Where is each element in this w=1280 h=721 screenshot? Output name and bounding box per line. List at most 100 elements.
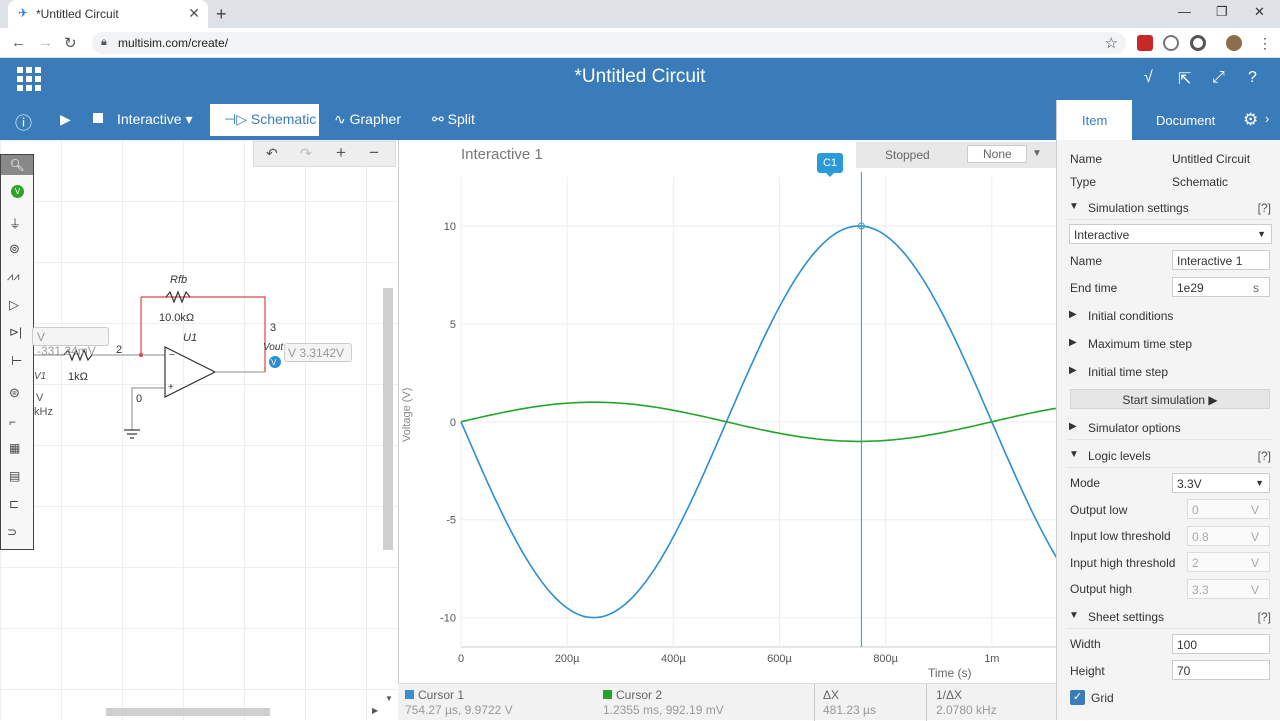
resistor-icon[interactable]: ⩘⩘ [7,271,19,284]
reload-icon[interactable]: ↻ [64,34,77,52]
extension-icon[interactable] [1163,35,1179,51]
scroll-right-icon[interactable]: ▶ [372,706,378,715]
tab-grapher-label: Grapher [349,111,401,127]
max-time-step-header[interactable]: ▶ Maximum time step [1067,332,1273,356]
height-input[interactable]: 70 [1172,660,1270,680]
input-high-value: 2 [1192,556,1199,570]
bookmark-star-icon[interactable]: ☆ [1105,34,1118,52]
extension-icon[interactable] [1190,35,1206,51]
grid-checkbox[interactable]: ✓ [1070,690,1085,705]
vertical-scrollbar[interactable] [383,288,393,550]
logic-levels-header[interactable]: ▼ Logic levels [?] [1067,444,1273,468]
search-icon[interactable]: 🔍︎ [1,155,33,175]
simulation-type-value: Interactive [1074,228,1130,242]
tab-schematic[interactable]: ⊣▷ Schematic [210,104,319,136]
svg-text:V: V [271,358,277,367]
zoom-out-icon[interactable]: − [369,143,379,163]
x-axis-label: Time (s) [928,666,972,680]
ac-source-icon[interactable]: ⊚ [9,241,20,257]
input-low-input[interactable]: 0.8 V [1187,526,1270,546]
help-icon[interactable]: ? [1248,69,1257,87]
output-low-input[interactable]: 0 V [1187,499,1270,519]
scroll-down-icon[interactable]: ▼ [385,694,393,703]
sheet-settings-header[interactable]: ▼ Sheet settings [?] [1067,605,1273,629]
browser-menu-icon[interactable]: ⋮ [1258,35,1272,52]
gear-icon[interactable]: ⚙ [1243,110,1258,130]
forward-icon[interactable]: → [38,34,53,51]
input-low-unit: V [1250,530,1259,544]
input-high-label: Input high threshold [1070,556,1176,570]
cursor-c1[interactable] [857,172,865,647]
start-simulation-button[interactable]: Start simulation ▶ [1070,389,1270,409]
logic-gate-icon[interactable]: ⊃ [7,525,17,539]
play-icon[interactable]: ▶ [60,111,71,128]
probe-output-readout: V 3.3142V [284,343,352,362]
close-tab-icon[interactable]: ✕ [188,5,200,22]
stop-icon[interactable] [93,113,103,123]
chevron-right-icon[interactable]: › [1265,111,1269,126]
u1-label: U1 [183,332,198,344]
chevron-down-icon: ▼ [1255,478,1264,488]
transistor-icon[interactable]: ⊢ [11,353,22,369]
initial-time-step-header[interactable]: ▶ Initial time step [1067,360,1273,384]
mode-label: Mode [1070,476,1101,490]
new-tab-icon[interactable]: + [216,4,227,25]
zoom-in-icon[interactable]: + [336,143,346,163]
voltage-plot[interactable]: 0200µ400µ600µ800µ1m1.2m1050-5-10 Time (s… [398,152,1056,682]
simulate-icon[interactable]: √ [1144,69,1153,87]
switch-icon[interactable]: ⌐ [9,415,16,429]
pdf-extension-icon[interactable] [1137,35,1153,51]
mode-select[interactable]: 3.3V ▼ [1172,473,1270,493]
minimize-icon[interactable]: — [1178,4,1191,19]
tab-grapher[interactable]: ∿ Grapher [334,111,401,128]
tab-document[interactable]: Document [1156,113,1215,128]
end-time-label: End time [1070,281,1118,295]
input-high-input[interactable]: 2 V [1187,552,1270,572]
width-input[interactable]: 100 [1172,634,1270,654]
chip-icon[interactable]: ▤ [9,469,20,483]
voltage-probe-icon[interactable]: V [11,185,24,198]
sim-name-input[interactable]: Interactive 1 [1172,250,1270,270]
help-icon[interactable]: [?] [1258,201,1271,215]
redo-icon[interactable]: ↷ [300,145,312,162]
help-icon[interactable]: [?] [1258,449,1271,463]
svg-text:−: − [169,350,175,361]
y-tick-label: 5 [450,319,456,331]
help-icon[interactable]: [?] [1258,610,1271,624]
schematic-tools: ↶ ↷ + − [253,141,396,167]
profile-avatar[interactable] [1226,35,1242,51]
horizontal-scrollbar[interactable] [106,708,270,716]
tab-split[interactable]: ⚯ Split [432,111,475,128]
browser-tab[interactable]: ✈ *Untitled Circuit ✕ [8,0,208,28]
cursor-legend: Cursor 1 754.27 µs, 9.9722 V Cursor 2 1.… [398,683,1056,721]
fullscreen-icon[interactable]: ⤢ [1212,69,1225,87]
opamp-icon[interactable]: ▷ [9,297,19,313]
ground-icon[interactable]: ⏚ [9,215,21,232]
url-field[interactable]: 🔒︎ multisim.com/create/ ☆ [92,32,1126,54]
back-icon[interactable]: ← [11,34,26,51]
undo-icon[interactable]: ↶ [266,145,278,162]
multisim-favicon: ✈ [18,6,29,20]
play-icon: ▶ [1208,393,1218,407]
end-time-input[interactable]: 1e29 s [1172,277,1270,297]
ic-icon[interactable]: ▦ [9,441,20,455]
address-bar: ← → ↻ 🔒︎ multisim.com/create/ ☆ [0,28,1280,58]
sheet-settings-label: Sheet settings [1088,610,1165,624]
simulation-type-select[interactable]: Interactive ▼ [1069,224,1272,244]
diode-icon[interactable]: ⊳| [9,325,22,339]
simulator-options-header[interactable]: ▶ Simulator options [1067,416,1273,440]
connector-icon[interactable]: ⊏ [9,497,19,511]
cursor-c1-tag[interactable]: C1 [817,153,843,173]
output-high-input[interactable]: 3.3 V [1187,579,1270,599]
mode-dropdown[interactable]: Interactive ▾ [117,111,193,128]
share-icon[interactable]: ⇱ [1178,69,1191,89]
start-simulation-label: Start simulation [1122,393,1206,407]
meter-icon[interactable]: ⊜ [9,385,20,401]
maximize-icon[interactable]: ❐ [1216,4,1228,20]
close-window-icon[interactable]: ✕ [1254,4,1265,20]
inverse-delta-x-value: 2.0780 kHz [936,703,997,717]
end-time-value: 1e29 [1177,281,1204,295]
simulation-settings-header[interactable]: ▼ Simulation settings [?] [1067,196,1273,220]
info-icon[interactable]: ⓘ [15,109,32,134]
initial-conditions-header[interactable]: ▶ Initial conditions [1067,304,1273,328]
